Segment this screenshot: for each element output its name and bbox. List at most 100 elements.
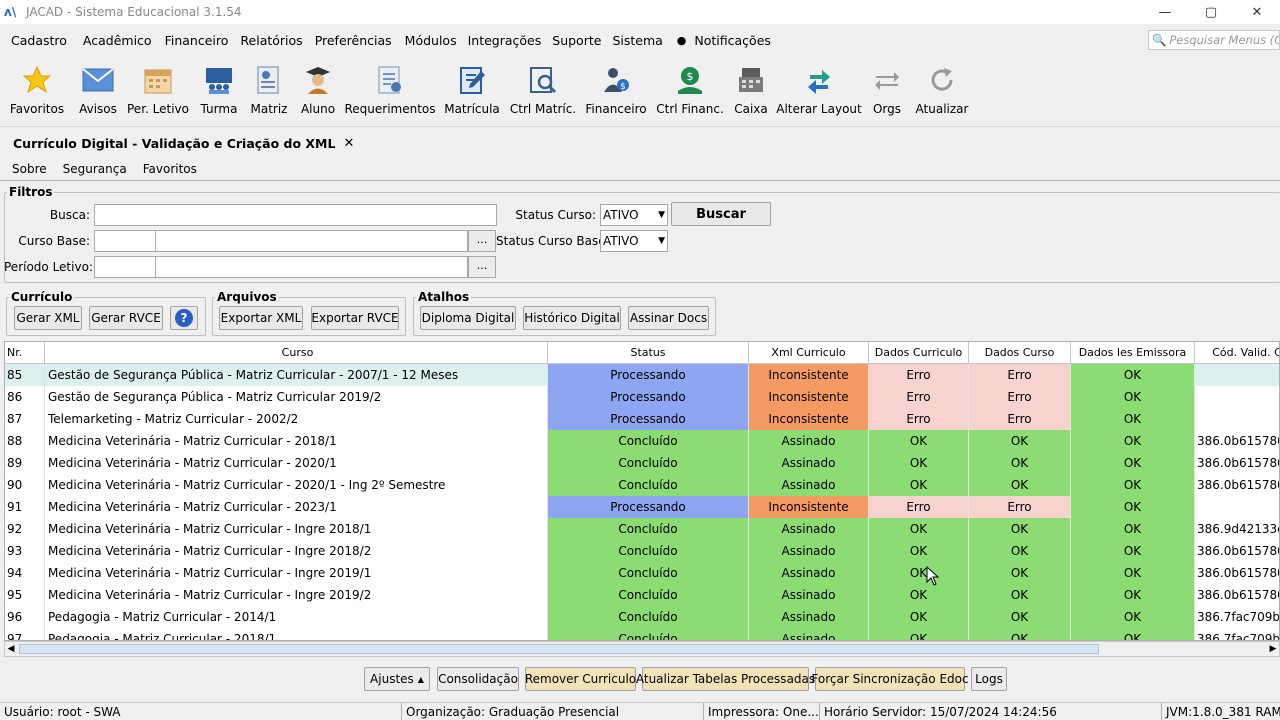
table-row[interactable]: 90 Medicina Veterinária - Matriz Curricul… xyxy=(5,474,1279,496)
menu-modulos[interactable]: Módulos xyxy=(405,33,465,48)
cell-cod-valid: 386.0b615780ee xyxy=(1195,540,1279,562)
submenu-favoritos[interactable]: Favoritos xyxy=(143,162,197,176)
cell-curso: Telemarketing - Matriz Curricular - 2002… xyxy=(45,408,548,430)
buscar-button[interactable]: Buscar xyxy=(671,202,771,226)
cell-curso: Medicina Veterinária - Matriz Curricular… xyxy=(45,496,548,518)
toolbar-ctrl-matric[interactable]: Ctrl Matríc. xyxy=(510,58,576,118)
toolbar-matricula[interactable]: Matrícula xyxy=(444,58,500,118)
curso-base-lookup-button[interactable]: ... xyxy=(468,230,496,252)
table-row[interactable]: 89 Medicina Veterinária - Matriz Curricul… xyxy=(5,452,1279,474)
menu-sistema[interactable]: Sistema xyxy=(612,33,670,48)
periodo-name-input[interactable] xyxy=(155,256,468,278)
toolbar-alterar-layout[interactable]: Alterar Layout xyxy=(776,58,862,118)
atualizar-tabelas-button[interactable]: Atualizar Tabelas Processadas xyxy=(636,667,815,691)
toolbar-financeiro[interactable]: $ Financeiro xyxy=(585,58,647,118)
toolbar-matriz[interactable]: Matriz xyxy=(250,58,288,118)
curriculo-table[interactable]: Nr. Curso Status Xml Curriculo Dados Cur… xyxy=(4,341,1280,641)
table-row[interactable]: 91 Medicina Veterinária - Matriz Curricul… xyxy=(5,496,1279,518)
table-row[interactable]: 87 Telemarketing - Matriz Curricular - 20… xyxy=(5,408,1279,430)
help-button[interactable]: ? xyxy=(170,306,198,330)
toolbar-requerimentos[interactable]: Requerimentos xyxy=(344,58,436,118)
table-row[interactable]: 97 Pedagogia - Matriz Curricular - 2018/1… xyxy=(5,628,1279,640)
toolbar-divider xyxy=(0,126,1280,127)
cell-dados-ies: OK xyxy=(1071,584,1195,606)
toolbar-turma[interactable]: Turma xyxy=(200,58,238,118)
submenu-sobre[interactable]: Sobre xyxy=(12,162,47,176)
table-row[interactable]: 92 Medicina Veterinária - Matriz Curricul… xyxy=(5,518,1279,540)
toolbar-per-letivo[interactable]: Per. Letivo xyxy=(127,58,189,118)
header-dados-curso[interactable]: Dados Curso xyxy=(969,342,1071,364)
table-row[interactable]: 85 Gestão de Segurança Pública - Matriz C… xyxy=(5,364,1279,386)
maximize-button[interactable]: ▢ xyxy=(1188,0,1234,24)
periodo-code-input[interactable] xyxy=(94,256,156,278)
logs-button[interactable]: Logs xyxy=(971,667,1007,691)
app-window: ʌ\ JACAD - Sistema Educacional 3.1.54 — … xyxy=(0,0,1280,720)
ajustes-button[interactable]: Ajustes ▲ xyxy=(364,667,430,691)
tab-curriculo-digital[interactable]: Currículo Digital - Validação e Criação … xyxy=(13,136,354,151)
cell-dados-curso: Erro xyxy=(969,496,1071,518)
table-row[interactable]: 93 Medicina Veterinária - Matriz Curricul… xyxy=(5,540,1279,562)
header-xml-curriculo[interactable]: Xml Curriculo xyxy=(749,342,869,364)
status-curso-base-label: Status Curso Base: xyxy=(496,234,610,248)
assinar-docs-button[interactable]: Assinar Docs xyxy=(628,306,709,330)
cell-dados-curriculo: Erro xyxy=(869,386,969,408)
menu-financeiro[interactable]: Financeiro xyxy=(165,33,237,48)
cell-cod-valid xyxy=(1195,408,1279,430)
menu-integracoes[interactable]: Integrações xyxy=(468,33,550,48)
cell-status: Concluído xyxy=(548,606,749,628)
cell-dados-curriculo: OK xyxy=(869,430,969,452)
calendar-icon xyxy=(142,64,174,96)
scroll-thumb[interactable] xyxy=(19,644,1099,654)
gerar-rvce-button[interactable]: Gerar RVCE xyxy=(89,306,163,330)
busca-input[interactable] xyxy=(94,204,497,226)
toolbar-orgs[interactable]: Orgs xyxy=(872,58,902,118)
table-row[interactable]: 95 Medicina Veterinária - Matriz Curricul… xyxy=(5,584,1279,606)
submenu-seguranca[interactable]: Segurança xyxy=(63,162,127,176)
header-status[interactable]: Status xyxy=(548,342,749,364)
header-curso[interactable]: Curso xyxy=(45,342,548,364)
header-dados-curriculo[interactable]: Dados Curriculo xyxy=(869,342,969,364)
header-cod-valid[interactable]: Cód. Valid. Cu xyxy=(1195,342,1279,364)
bell-icon[interactable]: ● xyxy=(677,34,695,47)
toolbar-atualizar[interactable]: Atualizar xyxy=(916,58,968,118)
cell-cod-valid xyxy=(1195,364,1279,386)
gerar-xml-button[interactable]: Gerar XML xyxy=(14,306,82,330)
periodo-lookup-button[interactable]: ... xyxy=(468,256,496,278)
status-curso-base-select[interactable]: ATIVO ▼ xyxy=(600,230,668,252)
menu-preferencias[interactable]: Preferências xyxy=(315,33,400,48)
toolbar-aluno[interactable]: Aluno xyxy=(300,58,336,118)
scroll-left-icon[interactable]: ◀ xyxy=(5,642,17,656)
exportar-rvce-button[interactable]: Exportar RVCE xyxy=(311,306,399,330)
header-nr[interactable]: Nr. xyxy=(5,342,45,364)
exportar-xml-button[interactable]: Exportar XML xyxy=(219,306,303,330)
scroll-right-icon[interactable]: ▶ xyxy=(1267,642,1279,656)
consolidacao-button[interactable]: Consolidação xyxy=(437,667,519,691)
table-row[interactable]: 86 Gestão de Segurança Pública - Matriz C… xyxy=(5,386,1279,408)
curso-base-name-input[interactable] xyxy=(155,230,468,252)
menu-academico[interactable]: Acadêmico xyxy=(83,33,160,48)
horizontal-scrollbar[interactable]: ◀ ▶ xyxy=(4,641,1280,657)
toolbar-avisos[interactable]: Avisos xyxy=(78,58,118,118)
menu-suporte[interactable]: Suporte xyxy=(552,33,609,48)
remover-curriculo-button[interactable]: Remover Curriculo xyxy=(525,667,636,691)
menu-relatorios[interactable]: Relatórios xyxy=(240,33,310,48)
forcar-sincronizacao-button[interactable]: Forçar Sincronização Edoc xyxy=(811,667,969,691)
table-row[interactable]: 96 Pedagogia - Matriz Curricular - 2014/1… xyxy=(5,606,1279,628)
menu-search-input[interactable]: 🔍 Pesquisar Menus (Ctrl xyxy=(1148,30,1280,50)
table-row[interactable]: 88 Medicina Veterinária - Matriz Curricul… xyxy=(5,430,1279,452)
close-window-button[interactable]: ✕ xyxy=(1234,0,1280,24)
table-row[interactable]: 94 Medicina Veterinária - Matriz Curricul… xyxy=(5,562,1279,584)
close-tab-icon[interactable]: ✕ xyxy=(343,136,354,151)
menu-notificacoes[interactable]: Notificações xyxy=(694,33,779,48)
menu-cadastro[interactable]: Cadastro xyxy=(11,33,75,48)
status-curso-select[interactable]: ATIVO ▼ xyxy=(600,204,668,226)
historico-digital-button[interactable]: Histórico Digital xyxy=(523,306,621,330)
status-jvm: JVM:1.8.0_381 RAM:10 xyxy=(1166,705,1280,719)
curso-base-code-input[interactable] xyxy=(94,230,156,252)
toolbar-favoritos[interactable]: Favoritos xyxy=(10,58,64,118)
toolbar-ctrl-financ[interactable]: $ Ctrl Financ. xyxy=(656,58,724,118)
header-dados-ies[interactable]: Dados Ies Emissora xyxy=(1071,342,1195,364)
diploma-digital-button[interactable]: Diploma Digital xyxy=(420,306,516,330)
toolbar-caixa[interactable]: Caixa xyxy=(734,58,768,118)
minimize-button[interactable]: — xyxy=(1142,0,1188,24)
